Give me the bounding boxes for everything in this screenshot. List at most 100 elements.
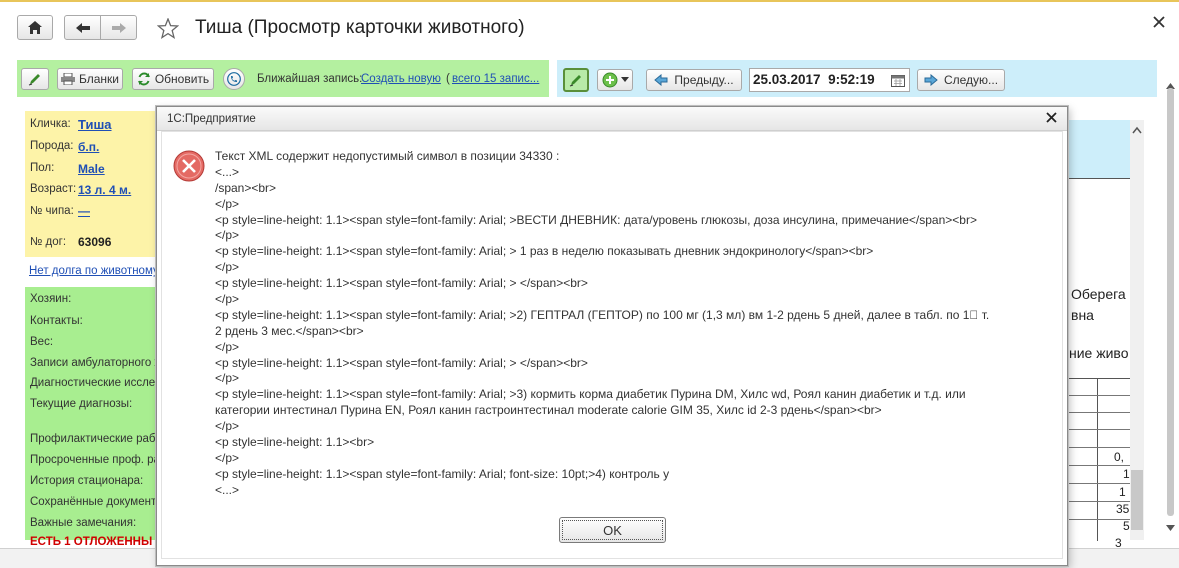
- weight-label: Вес:: [30, 336, 54, 348]
- right-panel-header: [1062, 120, 1130, 178]
- message-line: <p style=line-height: 1.1><span style=fo…: [215, 307, 990, 322]
- call-button[interactable]: [223, 68, 245, 90]
- message-line: <p style=line-height: 1.1><br>: [215, 435, 375, 450]
- outpatient-records-label: Записи амбулаторного ж: [30, 357, 163, 369]
- datetime-field[interactable]: 25.03.2017 9:52:19: [749, 68, 910, 92]
- close-icon: [1153, 16, 1165, 28]
- diagnostics-label: Диагностические исслед: [30, 377, 162, 389]
- right-text-1: Оберега: [1071, 286, 1126, 302]
- animal-card: Кличка: Тиша Порода: б.п. Пол: Male Возр…: [25, 111, 156, 257]
- scroll-thumb[interactable]: [1131, 470, 1143, 530]
- message-line: Текст XML содержит недопустимый символ в…: [215, 149, 560, 163]
- right-toolbar: Предыду... 25.03.2017 9:52:19 Следую...: [557, 60, 1157, 97]
- add-button[interactable]: [597, 69, 633, 91]
- window-title: Тиша (Просмотр карточки животного): [195, 17, 525, 38]
- right-table-value-5: 5: [1123, 519, 1130, 533]
- message-line: </p>: [215, 260, 240, 275]
- chip-value[interactable]: —: [78, 204, 90, 218]
- window-scrollbar[interactable]: [1162, 60, 1178, 540]
- window-header: Тиша (Просмотр карточки животного): [0, 0, 1179, 50]
- hospital-history-label: История стационара:: [30, 475, 144, 487]
- error-icon: [173, 150, 205, 182]
- all-records-link[interactable]: всего 15 запис...: [452, 73, 539, 85]
- ok-button[interactable]: OK: [559, 517, 666, 543]
- debt-link[interactable]: Нет долга по животному: [29, 265, 159, 277]
- star-icon[interactable]: [157, 18, 179, 39]
- right-table-value-4: 35: [1116, 502, 1130, 516]
- refresh-button[interactable]: Обновить: [132, 68, 214, 90]
- prev-label: Предыду...: [674, 73, 734, 87]
- message-line: </p>: [215, 371, 240, 386]
- error-message: Текст XML содержит недопустимый символ в…: [215, 149, 1055, 499]
- message-line: <p style=line-height: 1.1><span style=fo…: [215, 387, 966, 402]
- right-edit-button[interactable]: [563, 68, 589, 92]
- message-line: <p style=line-height: 1.1><span style=fo…: [215, 466, 670, 481]
- message-line: </p>: [215, 450, 240, 465]
- important-notes-label: Важные замечания:: [30, 517, 137, 529]
- owner-label: Хозяин:: [30, 293, 72, 305]
- blanks-label: Бланки: [79, 72, 119, 86]
- chip-label: № чипа:: [30, 205, 74, 217]
- arrow-left-icon: [654, 74, 668, 86]
- dialog-body: Текст XML содержит недопустимый символ в…: [161, 131, 1063, 559]
- message-line: 2 рдень 3 мес.</span><br>: [215, 323, 364, 338]
- refresh-label: Обновить: [154, 72, 210, 86]
- scroll-up-icon[interactable]: [1132, 126, 1142, 134]
- message-line: <p style=line-height: 1.1><span style=fo…: [215, 276, 588, 291]
- prev-button[interactable]: Предыду...: [646, 69, 742, 91]
- back-button[interactable]: [64, 15, 101, 40]
- right-table-value-1: 0,: [1114, 450, 1125, 464]
- message-line: <p style=line-height: 1.1><span style=fo…: [215, 355, 588, 370]
- error-dialog: 1С:Предприятие Текст XML содержит недопу…: [156, 106, 1068, 566]
- message-line: <...>: [215, 164, 240, 179]
- message-line: </p>: [215, 196, 240, 211]
- dialog-title: 1С:Предприятие: [167, 113, 256, 125]
- name-value[interactable]: Тиша: [78, 117, 112, 132]
- forward-button[interactable]: [100, 15, 137, 40]
- contract-value: 63096: [78, 235, 112, 249]
- close-window-button[interactable]: [1153, 16, 1167, 30]
- name-label: Кличка:: [30, 118, 71, 130]
- window-scroll-thumb[interactable]: [1167, 88, 1174, 516]
- calendar-icon[interactable]: [891, 74, 905, 87]
- edit-button[interactable]: [21, 68, 49, 90]
- left-toolbar: Бланки Обновить Ближайшая запись: Создат…: [17, 60, 549, 97]
- blanks-button[interactable]: Бланки: [57, 68, 123, 90]
- refresh-icon: [137, 72, 150, 86]
- breed-label: Порода:: [30, 140, 74, 152]
- arrow-left-icon: [75, 22, 90, 33]
- scroll-down-icon[interactable]: [1166, 525, 1175, 532]
- printer-icon: [61, 73, 75, 85]
- age-value[interactable]: 13 л. 4 м.: [78, 183, 131, 197]
- right-text-2: вна: [1071, 307, 1094, 323]
- preventive-works-label: Профилактические работ: [30, 433, 167, 445]
- overdue-works-label: Просроченные проф. раб: [30, 454, 167, 466]
- message-line: <p style=line-height: 1.1><span style=fo…: [215, 244, 874, 259]
- message-line: <...>: [215, 482, 240, 497]
- arrow-right-icon: [111, 22, 126, 33]
- next-button[interactable]: Следую...: [917, 69, 1005, 91]
- nearest-record-label: Ближайшая запись:: [257, 73, 363, 85]
- right-scrollbar[interactable]: [1130, 120, 1144, 540]
- current-diagnoses-label: Текущие диагнозы:: [30, 398, 133, 410]
- create-new-link[interactable]: Создать новую: [361, 73, 441, 85]
- sex-value[interactable]: Male: [78, 162, 105, 176]
- message-line: категории интестинал Пурина EN, Роял кан…: [215, 403, 882, 418]
- message-line: <p style=line-height: 1.1><span style=fo…: [215, 212, 977, 227]
- dialog-close-button[interactable]: [1046, 112, 1060, 126]
- message-line: </p>: [215, 228, 240, 243]
- right-panel-divider: [1062, 178, 1130, 179]
- home-button[interactable]: [17, 15, 53, 40]
- saved-documents-label: Сохранённые документы: [30, 496, 165, 508]
- pencil-icon: [28, 74, 40, 86]
- right-text-3: ние живо: [1069, 345, 1129, 361]
- right-table-value-3: 1: [1119, 485, 1126, 499]
- chevron-down-icon: [620, 77, 629, 82]
- breed-value[interactable]: б.п.: [78, 140, 99, 154]
- message-line: </p>: [215, 292, 240, 307]
- contacts-label: Контакты:: [30, 315, 83, 327]
- warning-text: ЕСТЬ 1 ОТЛОЖЕННЫ: [30, 536, 153, 548]
- datetime-value: 25.03.2017 9:52:19: [753, 72, 875, 87]
- ok-label: OK: [603, 522, 622, 538]
- right-table-value-2: 1: [1123, 467, 1130, 481]
